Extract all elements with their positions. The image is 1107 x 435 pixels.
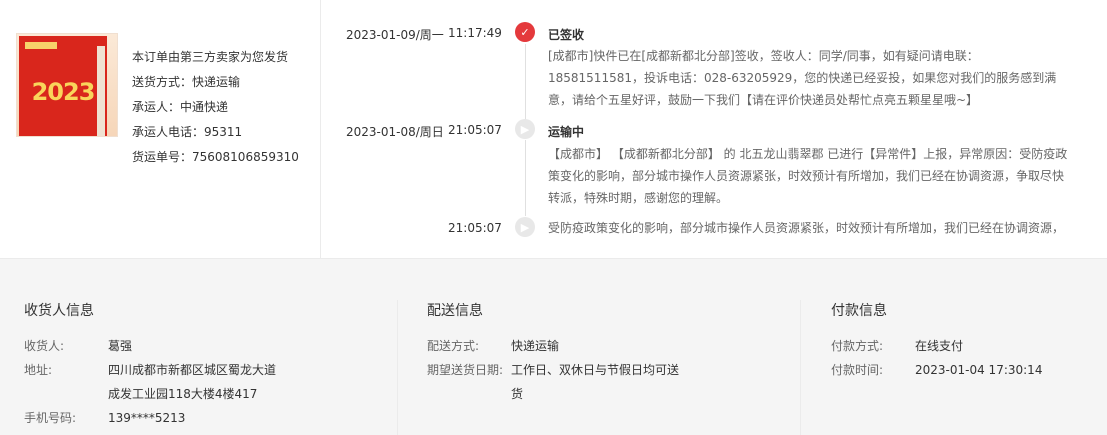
- receiver-address-spacer: [24, 382, 108, 406]
- timeline-connector: [525, 44, 526, 120]
- timeline-time: 11:17:49: [448, 26, 502, 40]
- receiver-info: 收货人信息 收货人: 葛强 地址: 四川成都市新都区城区蜀龙大道 成发工业园11…: [24, 300, 384, 430]
- truck-icon: ▶: [515, 217, 535, 237]
- timeline-date: 2023-01-08/周日: [346, 125, 444, 139]
- receiver-address-row: 地址: 四川成都市新都区城区蜀龙大道: [24, 358, 384, 382]
- receiver-phone: 139****5213: [108, 411, 186, 425]
- receiver-address-label: 地址:: [24, 363, 53, 377]
- payment-method: 在线支付: [915, 339, 964, 353]
- delivery-date-2: 货: [511, 387, 524, 401]
- receiver-name-row: 收货人: 葛强: [24, 334, 384, 358]
- delivery-title: 配送信息: [427, 303, 483, 319]
- payment-info: 付款信息 付款方式: 在线支付 付款时间: 2023-01-04 17:30:1…: [831, 300, 1091, 382]
- calendar-year-art: 2023: [31, 78, 96, 106]
- calendar-stand: [97, 46, 105, 136]
- calendar-tag: [25, 42, 57, 49]
- logistics-card: 2023 本订单由第三方卖家为您发货 送货方式：快递运输 承运人：中通快递 承运…: [0, 0, 1107, 259]
- seller-note: 本订单由第三方卖家为您发货: [132, 50, 289, 64]
- receiver-address-row-2: 成发工业园118大楼4楼417: [24, 382, 384, 406]
- timeline-time: 21:05:07: [448, 221, 502, 235]
- timeline-desc: 【成都市】 【成都新都北分部】 的 北五龙山翡翠郡 已进行【异常件】上报，异常原…: [548, 147, 1068, 205]
- receiver-address-1: 四川成都市新都区城区蜀龙大道: [108, 363, 277, 377]
- receiver-phone-label: 手机号码:: [24, 411, 77, 425]
- timeline-status: 运输中: [548, 125, 585, 139]
- timeline-status: 已签收: [548, 28, 585, 42]
- shipping-info: 本订单由第三方卖家为您发货 送货方式：快递运输 承运人：中通快递 承运人电话：9…: [132, 45, 299, 170]
- delivery-info: 配送信息 配送方式: 快递运输 期望送货日期: 工作日、双休日与节假日均可送 货: [427, 300, 767, 406]
- delivery-date-row: 期望送货日期: 工作日、双休日与节假日均可送: [427, 358, 767, 382]
- carrier: 承运人：中通快递: [132, 100, 229, 114]
- info-divider: [800, 300, 801, 435]
- payment-method-label: 付款方式:: [831, 339, 884, 353]
- timeline-desc: 受防疫政策变化的影响，部分城市操作人员资源紧张，时效预计有所增加，我们已经在协调…: [548, 221, 1065, 235]
- delivery-method: 送货方式：快递运输: [132, 75, 241, 89]
- card-divider: [320, 0, 321, 258]
- delivery-date-spacer: [427, 382, 511, 406]
- payment-method-row: 付款方式: 在线支付: [831, 334, 1091, 358]
- payment-time: 2023-01-04 17:30:14: [915, 363, 1043, 377]
- delivery-method-row: 配送方式: 快递运输: [427, 334, 767, 358]
- timeline-date: 2023-01-09/周一: [346, 28, 444, 42]
- carrier-phone: 承运人电话：95311: [132, 125, 243, 139]
- delivery-date-label: 期望送货日期:: [427, 363, 504, 377]
- payment-title: 付款信息: [831, 303, 887, 319]
- payment-time-label: 付款时间:: [831, 363, 884, 377]
- delivery-date-1: 工作日、双休日与节假日均可送: [511, 363, 680, 377]
- delivery-method: 快递运输: [511, 339, 560, 353]
- receiver-title: 收货人信息: [24, 303, 94, 319]
- delivery-method-label: 配送方式:: [427, 339, 480, 353]
- tracking-number: 货运单号：75608106859310: [132, 150, 299, 164]
- receiver-name: 葛强: [108, 339, 133, 353]
- receiver-name-label: 收货人:: [24, 339, 65, 353]
- timeline-connector: [525, 140, 526, 216]
- receiver-phone-row: 手机号码: 139****5213: [24, 406, 384, 430]
- timeline-time: 21:05:07: [448, 123, 502, 137]
- info-divider: [397, 300, 398, 435]
- receiver-address-2: 成发工业园118大楼4楼417: [108, 387, 258, 401]
- delivery-date-row-2: 货: [427, 382, 767, 406]
- calendar-board: 2023: [19, 36, 107, 136]
- payment-time-row: 付款时间: 2023-01-04 17:30:14: [831, 358, 1091, 382]
- product-image[interactable]: 2023: [16, 33, 118, 137]
- check-icon: ✓: [515, 22, 535, 42]
- truck-icon: ▶: [515, 119, 535, 139]
- timeline-desc: [成都市]快件已在[成都新都北分部]签收，签收人：同学/同事，如有疑问请电联：1…: [548, 49, 1057, 107]
